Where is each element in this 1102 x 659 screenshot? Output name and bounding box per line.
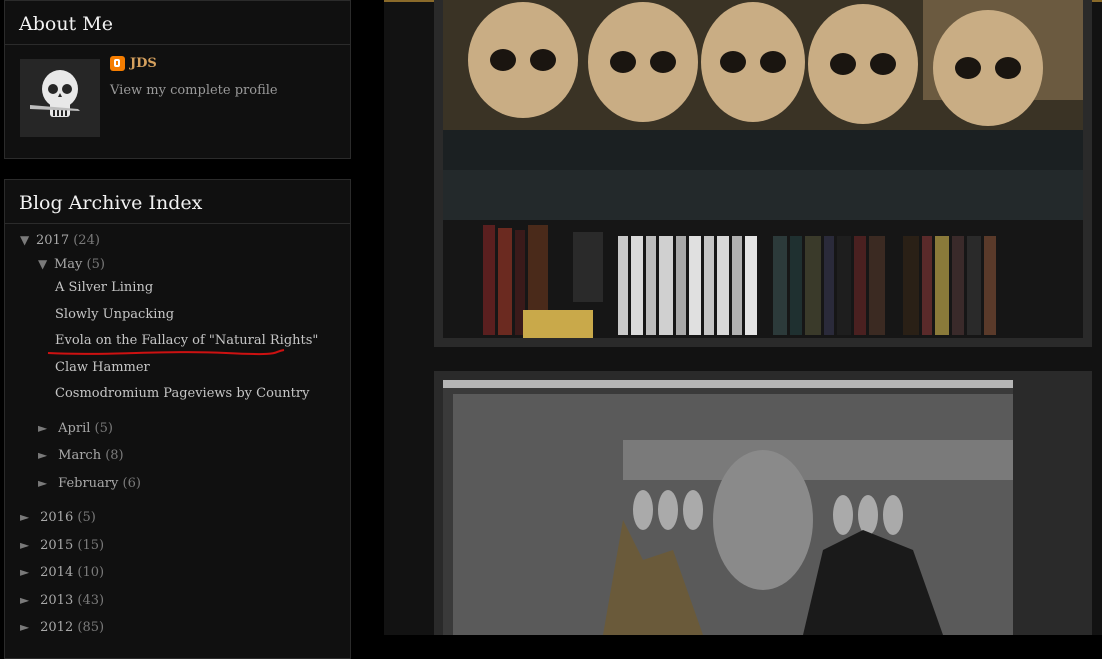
- view-profile-link[interactable]: View my complete profile: [110, 83, 278, 98]
- sidebar: About Me JDS View my complete profile Bl…: [0, 0, 384, 659]
- post-link[interactable]: Evola on the Fallacy of "Natural Rights": [55, 333, 318, 348]
- post-link[interactable]: Cosmodromium Pageviews by Country: [55, 386, 309, 401]
- about-me-heading: About Me: [5, 1, 350, 45]
- post-photo-skulls-frame: [434, 0, 1092, 347]
- expanded-arrow-icon[interactable]: ▼: [38, 257, 54, 271]
- archive-month-march[interactable]: ► March (8): [38, 448, 124, 463]
- collapsed-arrow-icon[interactable]: ►: [20, 593, 36, 607]
- archive-month-may[interactable]: ▼ May (5): [38, 257, 105, 272]
- archive-month-february[interactable]: ► February (6): [38, 476, 141, 491]
- post-photo-skulls[interactable]: [443, 0, 1083, 338]
- collapsed-arrow-icon[interactable]: ►: [20, 510, 36, 524]
- collapsed-arrow-icon[interactable]: ►: [20, 565, 36, 579]
- archive-year-2015[interactable]: ► 2015 (15): [20, 538, 104, 553]
- about-me-widget: About Me JDS View my complete profile: [4, 0, 351, 159]
- post-photo-artwork-frame: [434, 371, 1092, 635]
- post-link[interactable]: Claw Hammer: [55, 360, 150, 375]
- post-link[interactable]: Slowly Unpacking: [55, 307, 174, 322]
- blog-archive-widget: Blog Archive Index: [4, 179, 351, 659]
- archive-year-2014[interactable]: ► 2014 (10): [20, 565, 104, 580]
- biomechanical-artwork-image: [443, 380, 1083, 635]
- collapsed-arrow-icon[interactable]: ►: [20, 620, 36, 634]
- archive-year-2016[interactable]: ► 2016 (5): [20, 510, 96, 525]
- archive-year-2012[interactable]: ► 2012 (85): [20, 620, 104, 635]
- skull-icon: [20, 59, 100, 137]
- collapsed-arrow-icon[interactable]: ►: [38, 421, 54, 435]
- collapsed-arrow-icon[interactable]: ►: [38, 448, 54, 462]
- skulls-bookshelf-image: [443, 0, 1083, 338]
- blogger-icon: [110, 56, 125, 71]
- collapsed-arrow-icon[interactable]: ►: [20, 538, 36, 552]
- blog-archive-heading: Blog Archive Index: [5, 180, 350, 224]
- archive-month-april[interactable]: ► April (5): [38, 421, 113, 436]
- archive-year-2013[interactable]: ► 2013 (43): [20, 593, 104, 608]
- post-photo-artwork[interactable]: [443, 380, 1083, 635]
- avatar[interactable]: [20, 59, 100, 137]
- collapsed-arrow-icon[interactable]: ►: [38, 476, 54, 490]
- expanded-arrow-icon[interactable]: ▼: [20, 233, 36, 247]
- red-annotation-underline: [47, 349, 285, 356]
- post-link[interactable]: A Silver Lining: [55, 280, 153, 295]
- archive-year-2017[interactable]: ▼ 2017 (24): [20, 233, 100, 248]
- author-name-link[interactable]: JDS: [130, 56, 157, 71]
